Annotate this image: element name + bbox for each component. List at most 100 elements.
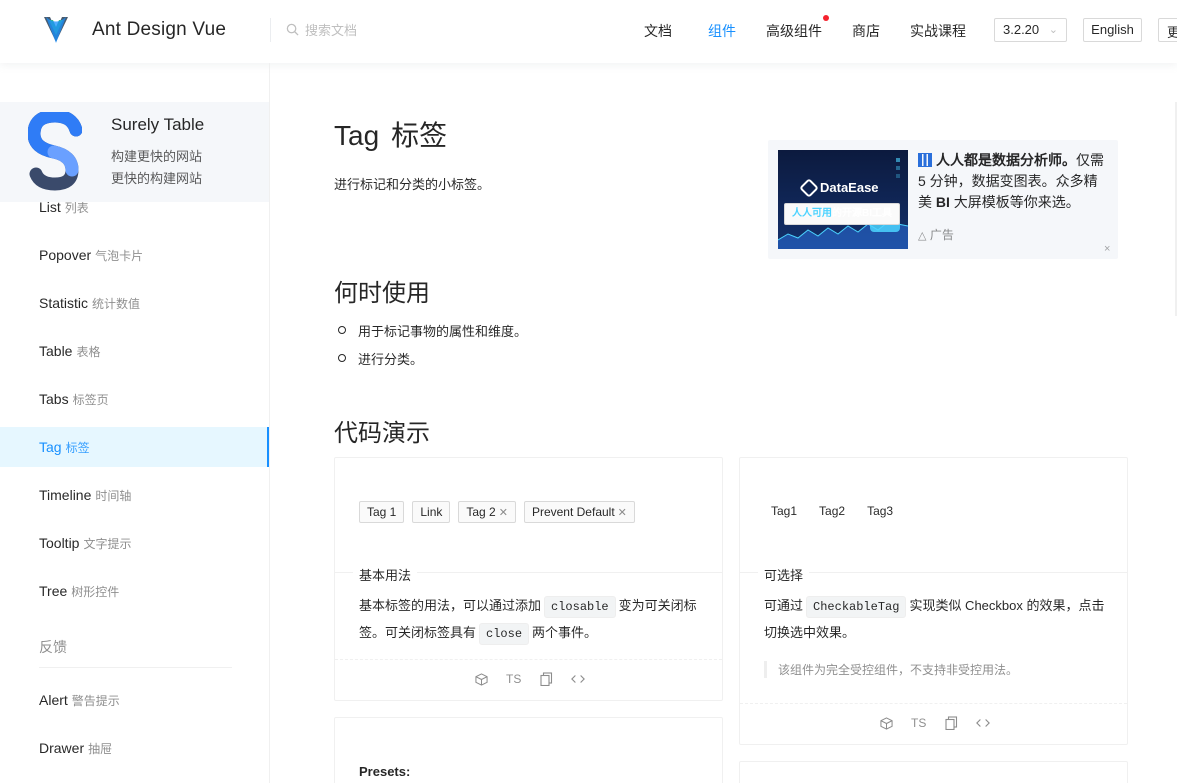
promo-line-1: 构建更快的网站 xyxy=(111,149,203,164)
inline-code: close xyxy=(479,623,530,645)
menu-item-label: Tree xyxy=(39,583,68,599)
codesandbox-icon[interactable] xyxy=(879,716,893,730)
checkable-tag-3[interactable]: Tag3 xyxy=(860,501,900,523)
version-value: 3.2.20 xyxy=(1003,22,1040,37)
menu-item-cn-label: 表格 xyxy=(76,345,101,359)
ad-tagline-rest: 的开源BI工具 xyxy=(832,208,892,219)
code-demo-heading: 代码演示 xyxy=(334,420,430,447)
page-title-en: Tag xyxy=(334,120,380,151)
promo-line-2: 更快的构建网站 xyxy=(111,171,203,186)
list-item: 进行分类。 xyxy=(338,349,423,368)
tag-row: Tag 1 Link Tag 2 ✕ Prevent Default ✕ xyxy=(359,501,643,523)
surely-table-promo[interactable]: Surely Table 构建更快的网站 更快的构建网站 xyxy=(0,102,269,202)
nav-courses[interactable]: 实战课程 xyxy=(910,21,966,41)
tag-label: Prevent Default xyxy=(531,505,615,519)
chevron-down-icon: ⌄ xyxy=(1048,24,1058,36)
code-expand-icon[interactable] xyxy=(976,716,991,730)
ts-toggle[interactable]: TS xyxy=(911,716,926,730)
tag-label: Tag 2 xyxy=(466,505,496,519)
version-select[interactable]: 3.2.20 ⌄ xyxy=(994,18,1067,42)
checkable-tag-2[interactable]: Tag2 xyxy=(812,501,852,523)
menu-item-cn-label: 树形控件 xyxy=(71,585,120,599)
sidebar-item-drawer[interactable]: Drawer 抽屉 xyxy=(0,728,269,768)
menu-item-cn-label: 气泡卡片 xyxy=(95,249,144,263)
close-icon[interactable]: ✕ xyxy=(499,507,508,519)
menu-item-cn-label: 标签 xyxy=(65,441,90,455)
nav-components[interactable]: 组件 xyxy=(708,21,736,41)
nav-docs[interactable]: 文档 xyxy=(644,21,672,41)
list-item: 用于标记事物的属性和维度。 xyxy=(338,321,527,340)
demo-title: 基本用法 xyxy=(353,565,418,584)
ts-toggle[interactable]: TS xyxy=(506,672,521,686)
inline-code: closable xyxy=(544,596,616,618)
desc-text: 两个事件。 xyxy=(532,625,598,640)
menu-item-cn-label: 列表 xyxy=(64,201,89,215)
sidebar-item-table[interactable]: Table 表格 xyxy=(0,331,269,371)
brand-name[interactable]: Ant Design Vue xyxy=(92,19,226,41)
tag-1[interactable]: Tag 1 xyxy=(359,501,405,523)
ad-image[interactable]: DataEase 人人可用的开源BI工具 xyxy=(778,150,908,249)
menu-item-cn-label: 标签页 xyxy=(72,393,109,407)
demo-actions: TS xyxy=(879,716,991,730)
menu-item-cn-label: 统计数值 xyxy=(92,297,141,311)
sidebar-item-statistic[interactable]: Statistic 统计数值 xyxy=(0,283,269,323)
demo-actions: TS xyxy=(474,672,586,686)
tag-prevent-default[interactable]: Prevent Default ✕ xyxy=(523,501,635,523)
menu-divider xyxy=(39,667,232,668)
actions-divider xyxy=(335,659,722,660)
list-item-text: 用于标记事物的属性和维度。 xyxy=(358,324,528,339)
ant-design-vue-logo[interactable] xyxy=(40,14,72,46)
ad-text-bold-2: BI xyxy=(935,194,950,210)
close-icon[interactable]: ✕ xyxy=(618,507,627,519)
demo-description: 可通过 CheckableTag 实现类似 Checkbox 的效果，点击切换选中效… xyxy=(764,592,1109,646)
nav-advanced-components[interactable]: 高级组件 xyxy=(766,21,822,41)
checkable-tag-1[interactable]: Tag1 xyxy=(764,501,804,523)
sidebar-item-tag[interactable]: Tag 标签 xyxy=(0,427,269,467)
ad-triangle-icon: △ xyxy=(918,230,927,242)
desc-text: 可通过 xyxy=(764,598,804,613)
demo-title: 可选择 xyxy=(758,565,810,584)
sidebar-item-tree[interactable]: Tree 树形控件 xyxy=(0,571,269,611)
nav-store[interactable]: 商店 xyxy=(852,21,880,41)
codesandbox-icon[interactable] xyxy=(474,672,488,686)
demo-card-next xyxy=(739,761,1128,783)
surely-table-logo xyxy=(28,112,82,191)
menu-item-label: Drawer xyxy=(39,740,85,756)
page-title-cn: 标签 xyxy=(391,120,448,151)
menu-item-label: Timeline xyxy=(39,487,92,503)
ad-label-text: 广告 xyxy=(929,228,954,242)
ad-close-button[interactable]: × xyxy=(1104,243,1110,255)
list-item-text: 进行分类。 xyxy=(358,352,424,367)
more-button[interactable]: 更 xyxy=(1158,18,1177,42)
ad-text[interactable]: 人人都是数据分析师。仅需 5 分钟，数据变图表。众多精美 BI 大屏模板等你来选… xyxy=(918,150,1108,213)
bar-chart-icon xyxy=(918,153,932,167)
menu-item-label: Statistic xyxy=(39,295,89,311)
menu-item-label: Popover xyxy=(39,247,92,263)
sidebar-item-alert[interactable]: Alert 警告提示 xyxy=(0,680,269,720)
ad-logo: DataEase xyxy=(799,177,879,198)
ad-text-2: 大屏模板等你来选。 xyxy=(949,194,1080,210)
tag-link[interactable]: Link xyxy=(412,501,451,523)
copy-icon[interactable] xyxy=(944,716,958,730)
menu-item-cn-label: 警告提示 xyxy=(71,694,120,708)
tag-2[interactable]: Tag 2 ✕ xyxy=(458,501,516,523)
search-box[interactable]: 搜索文档 xyxy=(286,20,357,39)
inline-code: CheckableTag xyxy=(806,596,907,618)
sidebar-item-tabs[interactable]: Tabs 标签页 xyxy=(0,379,269,419)
checkable-tag-row: Tag1 Tag2 Tag3 xyxy=(764,501,908,523)
sidebar-item-timeline[interactable]: Timeline 时间轴 xyxy=(0,475,269,515)
sidebar-menu: Surely Table 构建更快的网站 更快的构建网站 List 列表 Popo… xyxy=(0,63,270,783)
sidebar-item-popover[interactable]: Popover 气泡卡片 xyxy=(0,235,269,275)
menu-item-label: Tooltip xyxy=(39,535,80,551)
presets-label: Presets: xyxy=(359,764,411,779)
page-description: 进行标记和分类的小标签。 xyxy=(334,177,491,192)
top-header: Ant Design Vue 搜索文档 文档 组件 高级组件 商店 实战课程 3… xyxy=(0,0,1177,63)
sidebar-item-tooltip[interactable]: Tooltip 文字提示 xyxy=(0,523,269,563)
menu-item-cn-label: 文字提示 xyxy=(83,537,132,551)
copy-icon[interactable] xyxy=(539,672,553,686)
ad-banner[interactable]: DataEase 人人可用的开源BI工具 人人都是数据分析师。仅需 5 分钟，数… xyxy=(768,140,1118,259)
demo-card-basic: Tag 1 Link Tag 2 ✕ Prevent Default ✕ 基本用法 … xyxy=(334,457,723,701)
demo-note: 该组件为完全受控组件，不支持非受控用法。 xyxy=(764,661,1018,678)
code-expand-icon[interactable] xyxy=(571,672,586,686)
language-button[interactable]: English xyxy=(1083,18,1142,42)
